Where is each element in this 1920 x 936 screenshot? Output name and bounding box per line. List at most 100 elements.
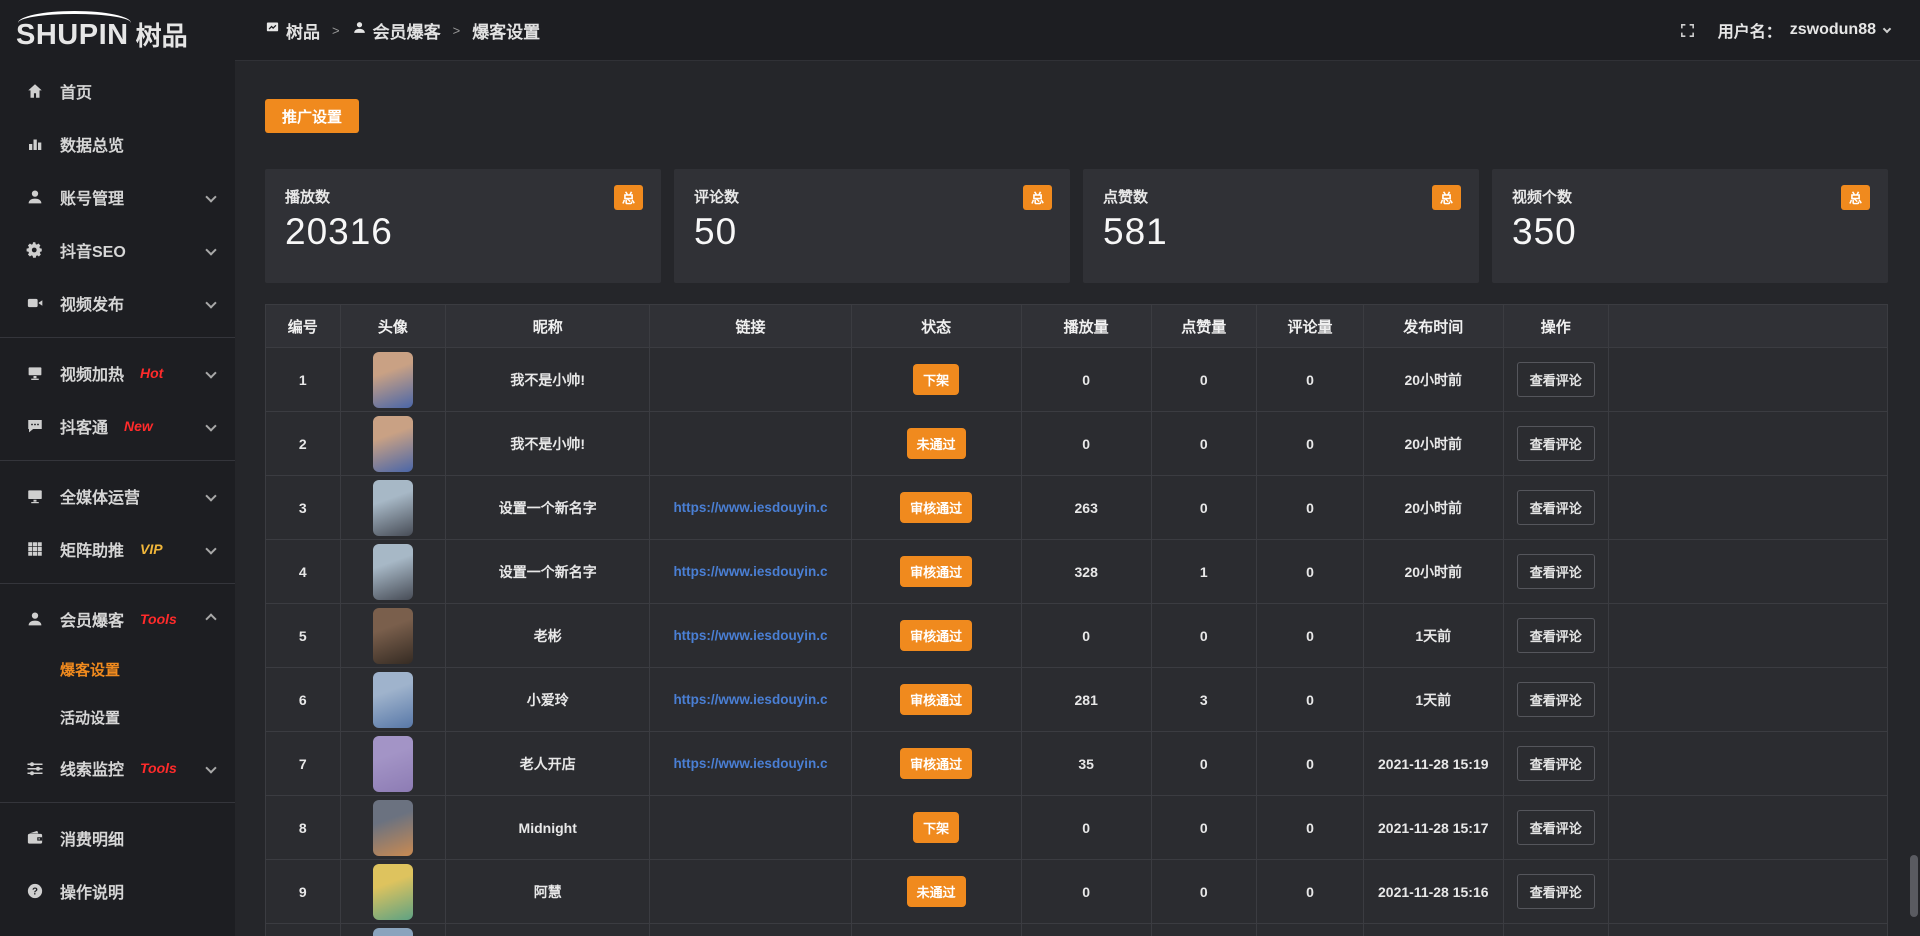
avatar [373,608,413,664]
table-header-cell: 昵称 [446,305,650,348]
sidebar-item-badge: Tools [140,760,177,776]
cell-comments: 0 [1256,668,1363,732]
sidebar-item-label: 抖客通 [60,414,108,438]
cell-time: 2021-11-28 15:17 [1364,796,1503,860]
video-link[interactable]: https://www.iesdouyin.c [656,628,844,643]
view-comments-button[interactable]: 查看评论 [1517,874,1595,909]
cell-comments: 0 [1256,348,1363,412]
sidebar-item-account-management[interactable]: 账号管理 [0,170,235,223]
sidebar-item-consumption-detail[interactable]: 消费明细 [0,811,235,864]
view-comments-button[interactable]: 查看评论 [1517,362,1595,397]
stat-cards: 播放数20316总评论数50总点赞数581总视频个数350总 [265,169,1888,283]
cell-nickname [446,924,650,936]
status-badge: 审核通过 [900,684,972,715]
sidebar-item-badge: Hot [140,365,163,381]
chevron-down-icon [1883,24,1891,32]
cell-filler [1608,732,1887,796]
sidebar-item-operation-guide[interactable]: ?操作说明 [0,864,235,917]
cell-status: 审核通过 [851,540,1021,604]
user-menu[interactable]: 用户名：zswodun88 [1718,18,1890,42]
cell-avatar [340,924,445,936]
table-row: 6小爱玲https://www.iesdouyin.c审核通过281301天前查… [266,668,1888,732]
sidebar-item-media-operation[interactable]: 全媒体运营 [0,469,235,522]
cell-nickname: 阿慧 [446,860,650,924]
view-comments-button[interactable]: 查看评论 [1517,554,1595,589]
cell-action: 查看评论 [1503,540,1608,604]
sidebar-item-label: 视频加热 [60,361,124,385]
scrollbar[interactable] [1910,61,1918,936]
cell-action: 查看评论 [1503,348,1608,412]
cell-serial: 4 [266,540,341,604]
scrollbar-thumb[interactable] [1910,855,1918,917]
breadcrumb-item-1[interactable]: 树品 [265,18,320,43]
stat-card-total-badge: 总 [614,185,643,210]
view-comments-button[interactable]: 查看评论 [1517,682,1595,717]
logo-text-cjk: 树品 [136,23,188,50]
sidebar-menu: 首页数据总览账号管理抖音SEO视频发布视频加热 Hot 抖客通New 全媒体运营矩阵助… [0,50,235,917]
cell-likes: 0 [1151,348,1256,412]
table-row: 4设置一个新名字https://www.iesdouyin.c审核通过32810… [266,540,1888,604]
cell-link: https://www.iesdouyin.c [650,732,851,796]
chevron-up-icon [205,613,216,624]
sidebar-item-douyin-seo[interactable]: 抖音SEO [0,223,235,276]
table-header-cell: 头像 [340,305,445,348]
cell-plays: 0 [1021,604,1151,668]
video-link[interactable]: https://www.iesdouyin.c [656,756,844,771]
cell-comments: 0 [1256,476,1363,540]
sidebar-item-member-baoke[interactable]: 会员爆客Tools [0,592,235,645]
stat-card-total-badge: 总 [1841,185,1870,210]
cell-filler [1608,476,1887,540]
sidebar-divider [0,802,235,803]
video-link[interactable]: https://www.iesdouyin.c [656,692,844,707]
table-row: 9阿慧未通过0002021-11-28 15:16查看评论 [266,860,1888,924]
cell-filler [1608,412,1887,476]
cell-serial: 6 [266,668,341,732]
table-row: 8Midnight下架0002021-11-28 15:17查看评论 [266,796,1888,860]
sidebar: SHUPIN 树品 首页数据总览账号管理抖音SEO视频发布视频加热Hot抖客通N… [0,0,235,936]
cell-link [650,412,851,476]
cell-time: 20小时前 [1364,348,1503,412]
view-comments-button[interactable]: 查看评论 [1517,746,1595,781]
sidebar-item-video-heating[interactable]: 视频加热 Hot [0,346,235,399]
breadcrumb: 树品>会员爆客>爆客设置 [265,18,540,43]
table-row: 1我不是小帅!下架00020小时前查看评论 [266,348,1888,412]
cell-nickname: 设置一个新名字 [446,540,650,604]
sidebar-item-home[interactable]: 首页 [0,64,235,117]
stat-card-total-badge: 总 [1432,185,1461,210]
video-link[interactable]: https://www.iesdouyin.c [656,500,844,515]
view-comments-button[interactable]: 查看评论 [1517,426,1595,461]
cell-status: 未通过 [851,860,1021,924]
sidebar-item-video-publish[interactable]: 视频发布 [0,276,235,329]
stat-card-value: 50 [694,211,1050,253]
sidebar-item-matrix-boost[interactable]: 矩阵助推VIP [0,522,235,575]
sidebar-item-label: 数据总览 [60,132,124,156]
promotion-settings-button[interactable]: 推广设置 [265,99,359,133]
sidebar-divider [0,583,235,584]
topbar: 树品>会员爆客>爆客设置 用户名：zswodun88 [235,0,1920,61]
cell-time: 20小时前 [1364,412,1503,476]
cell-serial: 1 [266,348,341,412]
sidebar-subitem-activity-settings[interactable]: 活动设置 [0,693,235,741]
breadcrumb-item-2[interactable]: 会员爆客 [352,18,441,43]
sidebar-subitem-baoke-settings[interactable]: 爆客设置 [0,645,235,693]
app-icon [265,20,280,40]
fullscreen-icon[interactable] [1679,22,1696,39]
view-comments-button[interactable]: 查看评论 [1517,490,1595,525]
user-icon [25,187,45,207]
view-comments-button[interactable]: 查看评论 [1517,810,1595,845]
table-row: 10 [266,924,1888,936]
cell-link [650,860,851,924]
stat-card-value: 20316 [285,211,641,253]
sidebar-item-douketong[interactable]: 抖客通New [0,399,235,452]
sidebar-item-clue-monitor[interactable]: 线索监控Tools [0,741,235,794]
cell-status: 下架 [851,796,1021,860]
sidebar-item-data-overview[interactable]: 数据总览 [0,117,235,170]
cell-plays: 35 [1021,732,1151,796]
cell-status: 下架 [851,348,1021,412]
cell-time: 2021-11-28 15:16 [1364,860,1503,924]
status-badge: 审核通过 [900,620,972,651]
table-header-row: 编号头像昵称链接状态播放量点赞量评论量发布时间操作 [266,305,1888,348]
video-link[interactable]: https://www.iesdouyin.c [656,564,844,579]
view-comments-button[interactable]: 查看评论 [1517,618,1595,653]
cell-nickname: 设置一个新名字 [446,476,650,540]
